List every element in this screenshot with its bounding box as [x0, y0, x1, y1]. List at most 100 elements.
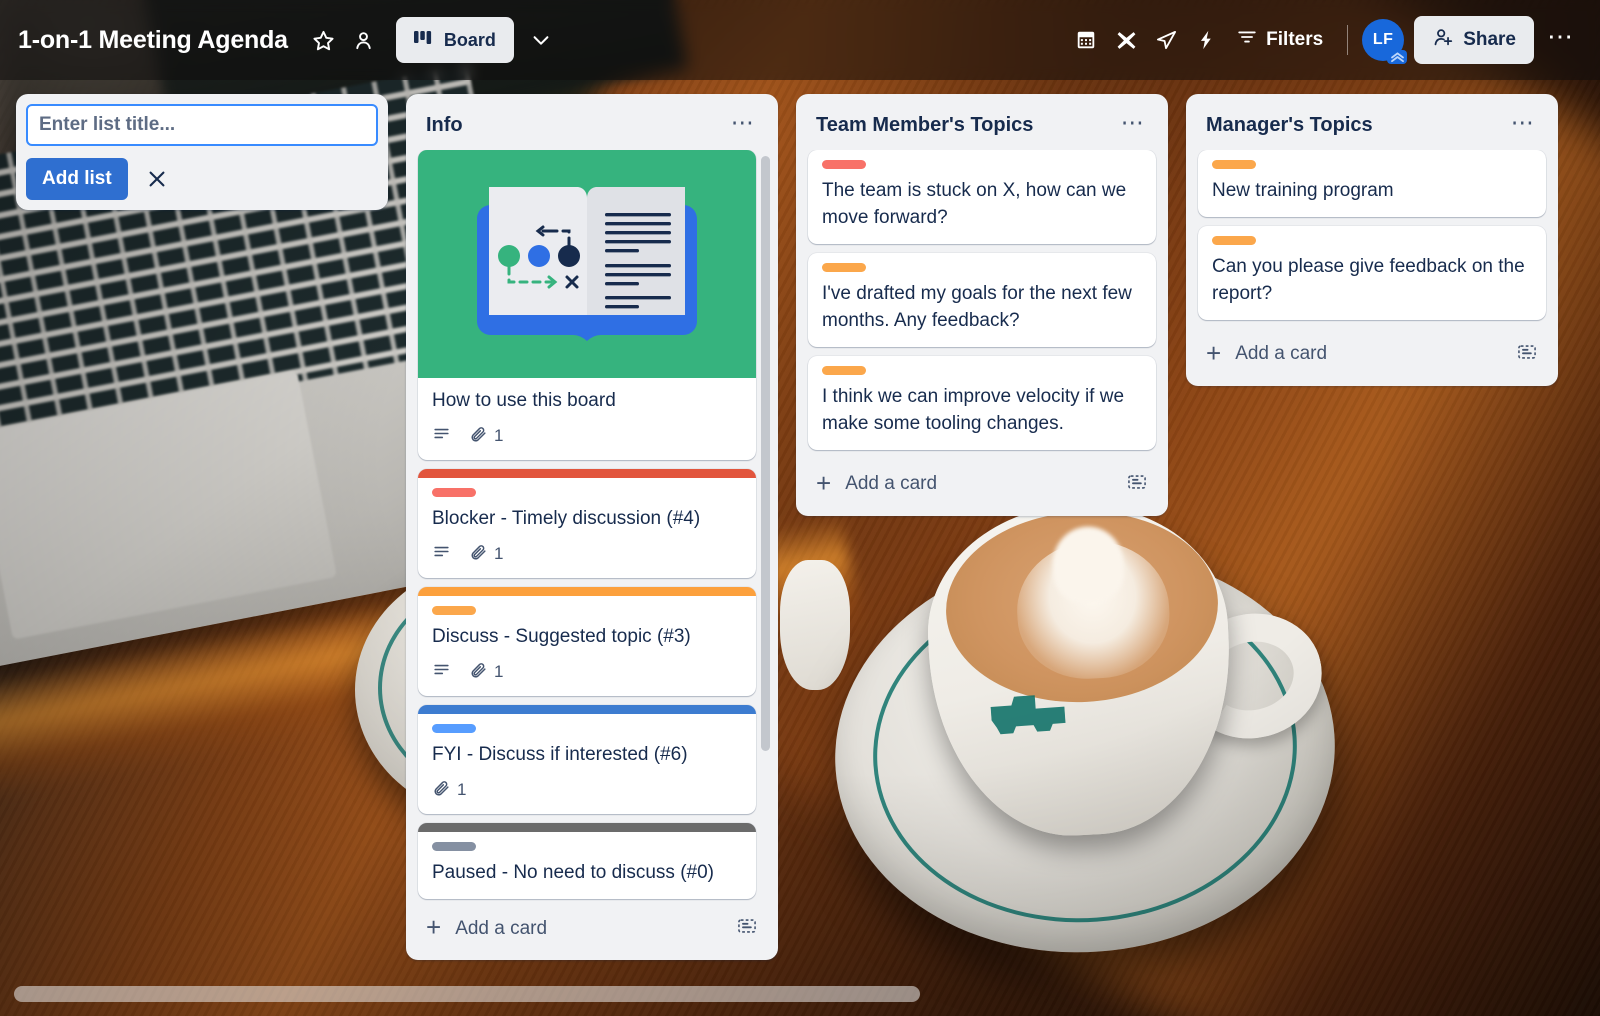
card[interactable]: Discuss - Suggested topic (#3) 1	[418, 586, 756, 696]
attachment-badge: 1	[469, 424, 503, 448]
card-body: How to use this board 1	[418, 378, 756, 460]
list-title: Manager's Topics	[1206, 113, 1373, 136]
card-title: Can you please give feedback on the repo…	[1212, 255, 1525, 304]
card-body: I've drafted my goals for the next few m…	[808, 253, 1156, 347]
card-template-icon[interactable]	[1516, 341, 1538, 368]
list-vertical-scrollbar[interactable]	[761, 156, 770, 751]
filters-button[interactable]: Filters	[1226, 20, 1333, 60]
list-title: Info	[426, 113, 463, 136]
star-icon[interactable]	[304, 20, 344, 60]
card-template-icon[interactable]	[1126, 471, 1148, 498]
card[interactable]: FYI - Discuss if interested (#6) 1	[418, 704, 756, 814]
add-a-card-button[interactable]: + Add a card	[414, 905, 770, 952]
add-a-card-label: Add a card	[455, 917, 548, 939]
card-label-orange[interactable]	[432, 605, 476, 615]
card-body: New training program	[1198, 150, 1546, 217]
view-switcher-board[interactable]: Board	[395, 17, 514, 63]
list-team-member-topics: Team Member's Topics ⋯ The team is stuck…	[796, 94, 1168, 516]
card-title: The team is stuck on X, how can we move …	[822, 180, 1127, 228]
board-horizontal-scrollbar-thumb[interactable]	[14, 986, 920, 1002]
card-top-strip	[418, 468, 756, 478]
card-label-gray[interactable]	[432, 841, 476, 851]
board-view-icon	[413, 30, 435, 51]
card-label-orange[interactable]	[822, 365, 866, 375]
view-switcher-label: Board	[443, 29, 496, 50]
list-title-input[interactable]	[26, 104, 378, 146]
card-badges: 1	[432, 778, 742, 802]
description-icon	[432, 424, 451, 448]
description-icon	[432, 660, 451, 684]
card[interactable]: How to use this board 1	[418, 150, 756, 460]
card-label-red[interactable]	[432, 487, 476, 497]
list-actions-ellipsis-icon[interactable]: ⋯	[726, 108, 760, 142]
card-template-icon[interactable]	[736, 915, 758, 942]
premium-chevrons-icon	[1387, 50, 1408, 64]
attachment-icon	[469, 660, 488, 684]
card[interactable]: Can you please give feedback on the repo…	[1198, 225, 1546, 320]
add-a-card-button[interactable]: + Add a card	[804, 461, 1160, 508]
avatar[interactable]: LF	[1362, 19, 1408, 64]
card-top-strip	[418, 586, 756, 596]
rocket-icon[interactable]	[1146, 20, 1186, 60]
attachment-count: 1	[457, 779, 467, 799]
attachment-badge: 1	[469, 660, 503, 684]
card[interactable]: The team is stuck on X, how can we move …	[808, 150, 1156, 244]
card-title: I've drafted my goals for the next few m…	[822, 282, 1132, 331]
add-list-composer: Add list	[16, 94, 388, 210]
header-divider	[1347, 25, 1349, 55]
filter-icon	[1236, 26, 1258, 54]
list-title: Team Member's Topics	[816, 113, 1034, 136]
add-a-card-left: + Add a card	[1206, 340, 1327, 366]
list-cards[interactable]: The team is stuck on X, how can we move …	[804, 150, 1160, 459]
add-a-card-left: + Add a card	[426, 912, 548, 942]
card-label-orange[interactable]	[1212, 235, 1256, 245]
open-book-icon	[477, 187, 697, 341]
list-manager-topics: Manager's Topics ⋯ New training program …	[1186, 94, 1558, 386]
add-list-button[interactable]: Add list	[26, 158, 128, 200]
share-label: Share	[1463, 29, 1516, 50]
ellipsis-icon[interactable]: ⋯	[1540, 19, 1582, 61]
close-icon[interactable]	[136, 158, 178, 200]
person-add-icon	[1432, 26, 1454, 54]
list-header: Info ⋯	[414, 104, 770, 150]
card-body: Discuss - Suggested topic (#3) 1	[418, 596, 756, 696]
card-label-red[interactable]	[822, 160, 866, 169]
page-title: 1-on-1 Meeting Agenda	[18, 25, 288, 54]
card-cover-illustration	[418, 150, 756, 378]
card-title: New training program	[1212, 180, 1394, 201]
share-button[interactable]: Share	[1414, 16, 1534, 64]
list-header: Team Member's Topics ⋯	[804, 104, 1160, 150]
card-title: How to use this board	[432, 390, 616, 411]
attachment-count: 1	[494, 543, 504, 563]
person-add-icon[interactable]	[344, 20, 384, 60]
card-label-orange[interactable]	[1212, 160, 1256, 169]
plus-icon: +	[426, 912, 442, 942]
plus-icon: +	[816, 467, 832, 498]
composer-actions: Add list	[26, 158, 378, 200]
card[interactable]: I think we can improve velocity if we ma…	[808, 355, 1156, 450]
calendar-icon[interactable]	[1066, 20, 1106, 60]
add-a-card-button[interactable]: + Add a card	[1194, 331, 1550, 378]
list-cards[interactable]: New training program Can you please give…	[1194, 150, 1550, 329]
card-label-blue[interactable]	[432, 723, 476, 733]
chevron-down-icon[interactable]	[520, 19, 562, 61]
list-actions-ellipsis-icon[interactable]: ⋯	[1506, 108, 1540, 142]
attachment-icon	[469, 542, 488, 566]
list-actions-ellipsis-icon[interactable]: ⋯	[1116, 108, 1150, 142]
card[interactable]: Blocker - Timely discussion (#4) 1	[418, 468, 756, 578]
butler-icon[interactable]	[1106, 20, 1146, 60]
board-horizontal-scrollbar-track[interactable]	[14, 986, 1588, 1002]
list-info: Info ⋯ How to use this board 1 Blocker -…	[406, 94, 778, 960]
card[interactable]: I've drafted my goals for the next few m…	[808, 252, 1156, 347]
description-icon	[432, 542, 451, 566]
card-body: The team is stuck on X, how can we move …	[808, 150, 1156, 244]
card-title: FYI - Discuss if interested (#6)	[432, 743, 688, 765]
card[interactable]: Paused - No need to discuss (#0)	[418, 822, 756, 899]
card[interactable]: New training program	[1198, 150, 1546, 217]
lightning-icon[interactable]	[1186, 20, 1226, 60]
card-top-strip	[418, 704, 756, 714]
attachment-badge: 1	[432, 778, 466, 802]
list-cards[interactable]: How to use this board 1 Blocker - Timely…	[414, 150, 770, 903]
card-body: Paused - No need to discuss (#0)	[418, 832, 756, 899]
card-label-orange[interactable]	[822, 262, 866, 272]
